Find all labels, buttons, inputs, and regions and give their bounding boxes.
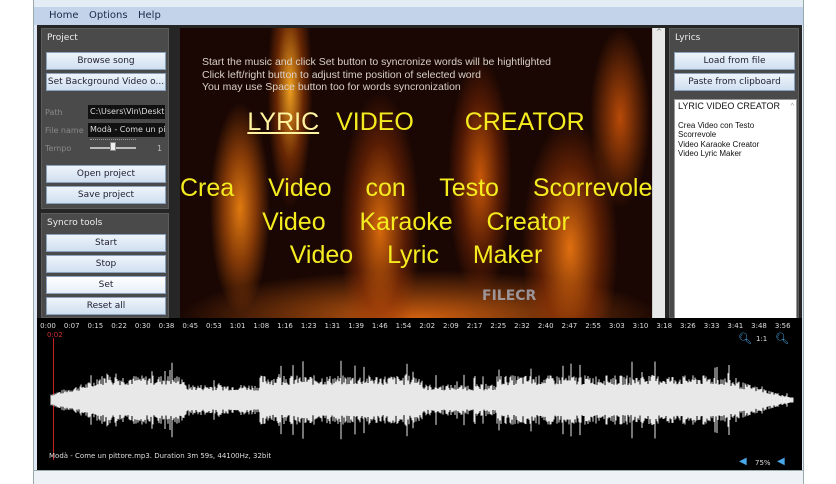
waveform-timeline[interactable]: 0:00 0:07 0:15 0:22 0:30 0:38 0:45 0:53 1:01 1:08… [37,318,802,470]
lyric-title-line: LYRIC VIDEO CREATOR [180,108,652,137]
lyrics-group: Lyrics Load from file Paste from clipboa… [669,28,799,319]
reset-all-button[interactable]: Reset all [46,297,166,315]
file-info: Modà - Come un pittore.mp3. Duration 3m … [49,452,272,460]
instruction-line: Start the music and click Set button to … [202,56,552,68]
set-background-video-button[interactable]: Set Background Video o... [46,73,166,91]
lyrics-textarea[interactable]: LYRIC VIDEO CREATOR Crea Video con Testo… [674,99,797,319]
lyrics-text-line [678,112,793,121]
title-rest: VIDEO CREATOR [336,108,585,136]
instruction-line: You may use Space button too for words s… [202,81,461,93]
scroll-up-icon[interactable]: ^ [653,28,665,36]
menu-bar: Home Options Help [34,7,803,25]
project-title: Project [47,33,78,43]
load-from-file-button[interactable]: Load from file [674,52,795,70]
lyric-line: Crea Video con Testo Scorrevole [180,174,652,202]
menu-home[interactable]: Home [49,10,79,21]
video-preview[interactable]: Start the music and click Set button to … [180,28,652,318]
waveform[interactable] [37,318,802,470]
paste-from-clipboard-button[interactable]: Paste from clipboard [674,73,795,91]
scroll-up-icon[interactable]: ^ [791,102,794,112]
file-name-label: File name [45,126,84,135]
open-project-button[interactable]: Open project [46,165,166,183]
browse-song-button[interactable]: Browse song [46,52,166,70]
stop-button[interactable]: Stop [46,255,166,273]
start-button[interactable]: Start [46,234,166,252]
video-scrollbar[interactable]: ^ [652,28,665,318]
tempo-slider[interactable] [90,139,136,153]
syncro-tools-title: Syncro tools [47,218,103,228]
lyrics-text-line: Scorrevole [678,130,717,139]
volume-level: 75% [755,459,771,467]
instructions: Start the music and click Set button to … [202,56,551,94]
set-button[interactable]: Set [46,276,166,294]
lyric-line: Video Karaoke Creator [262,208,570,236]
save-project-button[interactable]: Save project [46,186,166,204]
tempo-label: Tempo [45,144,72,153]
title-bar [34,0,803,7]
zoom-out-icon[interactable]: 🔍︎ [738,332,752,345]
path-field[interactable]: C:\Users\Vin\Deskt [88,105,165,119]
menu-help[interactable]: Help [138,10,161,21]
main-area: Project Browse song Set Background Video… [37,25,802,319]
lyrics-title: Lyrics [675,33,701,43]
instruction-line: Click left/right button to adjust time p… [202,68,481,81]
volume-down-icon[interactable]: ◀ [739,456,747,467]
status-bar [34,470,803,484]
zoom-ratio: 1:1 [756,335,768,343]
tempo-value: 1 [157,144,163,153]
syncro-tools-group: Syncro tools Start Stop Set Reset all [41,213,169,318]
lyrics-text-line: Crea Video con Testo [678,120,755,130]
lyrics-text-line: Video Karaoke Creator [678,139,760,149]
project-group: Project Browse song Set Background Video… [41,28,169,209]
zoom-in-icon[interactable]: 🔍︎ [775,332,789,345]
waveform-path [50,360,794,440]
file-name-field[interactable]: Modà - Come un pitt [88,123,165,137]
lyric-line: Video Lyric Maker [289,241,543,269]
lyrics-text-line: LYRIC VIDEO CREATOR [678,101,781,111]
tempo-slider-thumb[interactable] [110,142,116,151]
lyrics-text-line: Video Lyric Maker [678,149,742,158]
watermark: FILECR [482,288,537,304]
menu-options[interactable]: Options [89,10,128,21]
highlighted-word: LYRIC [247,108,320,136]
path-label: Path [45,108,63,117]
app-window: Home Options Help Project Browse song Se… [33,0,804,484]
volume-up-icon[interactable]: ◀ [777,456,785,467]
